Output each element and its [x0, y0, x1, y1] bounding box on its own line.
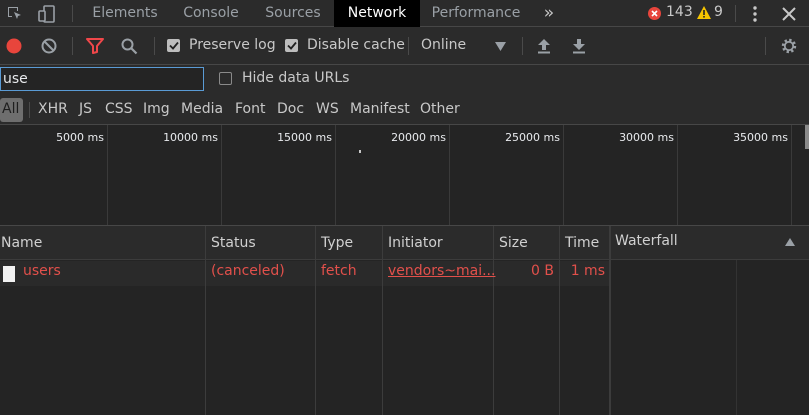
filter-bar: use Hide data URLs — [0, 65, 809, 95]
type-filter-doc[interactable]: Doc — [277, 101, 304, 117]
warning-icon — [696, 5, 711, 20]
preserve-log-label[interactable]: Preserve log — [189, 37, 276, 53]
filter-input-value: use — [3, 71, 28, 87]
timeline-gridline — [791, 125, 792, 225]
toolbar-separator — [154, 37, 155, 55]
request-status: (canceled) — [211, 263, 285, 279]
inspect-element-icon[interactable] — [4, 3, 26, 25]
export-har-icon[interactable] — [570, 37, 588, 55]
type-separator — [29, 102, 30, 118]
document-icon — [3, 266, 15, 282]
kebab-menu-icon[interactable] — [746, 3, 764, 25]
type-filter-media[interactable]: Media — [181, 101, 223, 117]
hide-data-urls-label[interactable]: Hide data URLs — [242, 70, 349, 86]
tab-elements[interactable]: Elements — [82, 0, 168, 27]
import-har-icon[interactable] — [535, 37, 553, 55]
resource-type-filter: All XHR JS CSS Img Media Font Doc WS Man… — [0, 95, 809, 125]
dropdown-arrow-icon[interactable] — [493, 40, 507, 52]
hide-data-urls-checkbox[interactable] — [219, 72, 232, 85]
device-toolbar-icon[interactable] — [36, 3, 58, 25]
tab-sources[interactable]: Sources — [254, 0, 332, 27]
tab-separator — [735, 5, 736, 22]
settings-gear-icon[interactable] — [778, 36, 800, 56]
request-name[interactable]: users — [23, 263, 61, 279]
type-filter-all-label: All — [2, 101, 20, 117]
more-tabs-button[interactable]: » — [536, 0, 562, 27]
column-header-status[interactable]: Status — [211, 226, 256, 260]
error-count[interactable]: 143 — [666, 4, 693, 20]
column-header-name[interactable]: Name — [1, 226, 42, 260]
sort-ascending-icon[interactable] — [784, 236, 796, 248]
overview-scrollbar[interactable] — [805, 125, 809, 149]
tab-console[interactable]: Console — [170, 0, 252, 27]
column-divider — [559, 226, 560, 415]
network-toolbar: Preserve log Disable cache Online — [0, 27, 809, 65]
type-filter-ws[interactable]: WS — [316, 101, 339, 117]
timeline-gridline — [449, 125, 450, 225]
request-time: 1 ms — [570, 263, 605, 279]
waterfall-gridline — [736, 260, 737, 415]
column-divider — [205, 226, 206, 415]
column-header-time[interactable]: Time — [565, 226, 599, 260]
timeline-tick-label: 5000 ms — [56, 131, 104, 144]
type-filter-font[interactable]: Font — [235, 101, 265, 117]
timeline-tick-label: 20000 ms — [391, 131, 446, 144]
toolbar-separator — [522, 37, 523, 55]
column-divider — [315, 226, 316, 415]
close-icon[interactable] — [778, 3, 800, 25]
search-icon[interactable] — [119, 37, 139, 55]
disable-cache-label[interactable]: Disable cache — [307, 37, 405, 53]
preserve-log-checkbox[interactable] — [167, 39, 180, 52]
type-filter-css[interactable]: CSS — [105, 101, 133, 117]
record-button[interactable] — [5, 37, 23, 55]
tab-network[interactable]: Network — [334, 0, 420, 27]
error-icon — [647, 6, 661, 20]
clear-icon[interactable] — [40, 37, 58, 55]
column-divider — [382, 226, 383, 415]
column-header-size[interactable]: Size — [499, 226, 528, 260]
table-row[interactable] — [0, 261, 609, 286]
warning-count[interactable]: 9 — [714, 4, 723, 20]
column-header-type[interactable]: Type — [321, 226, 353, 260]
column-divider — [493, 226, 494, 415]
type-filter-img[interactable]: Img — [143, 101, 170, 117]
toolbar-separator — [765, 37, 766, 55]
timeline-tick-label: 25000 ms — [505, 131, 560, 144]
column-header-waterfall[interactable]: Waterfall — [615, 224, 678, 258]
request-initiator-link[interactable]: vendors~mai... — [388, 263, 495, 279]
toolbar-separator — [72, 37, 73, 55]
timeline-tick-label: 30000 ms — [619, 131, 674, 144]
requests-table: Name Status Type Initiator Size Time Wat… — [0, 226, 809, 415]
tab-separator — [72, 5, 73, 22]
type-filter-all[interactable]: All — [0, 98, 23, 122]
type-filter-other[interactable]: Other — [420, 101, 460, 117]
timeline-gridline — [221, 125, 222, 225]
request-size: 0 B — [531, 263, 554, 279]
column-header-initiator[interactable]: Initiator — [388, 226, 443, 260]
type-filter-js[interactable]: JS — [79, 101, 92, 117]
toolbar-separator — [408, 37, 409, 55]
overview-request-mark — [359, 150, 361, 153]
timeline-tick-label: 10000 ms — [163, 131, 218, 144]
timeline-tick-label: 15000 ms — [277, 131, 332, 144]
filter-input[interactable]: use — [0, 67, 204, 91]
throttling-select[interactable]: Online — [421, 37, 466, 53]
timeline-gridline — [563, 125, 564, 225]
disable-cache-checkbox[interactable] — [285, 39, 298, 52]
waterfall-divider — [609, 226, 611, 415]
timeline-gridline — [107, 125, 108, 225]
timeline-gridline — [677, 125, 678, 225]
timeline-gridline — [335, 125, 336, 225]
type-filter-xhr[interactable]: XHR — [38, 101, 68, 117]
timeline-tick-label: 35000 ms — [733, 131, 788, 144]
network-overview[interactable]: 5000 ms 10000 ms 15000 ms 20000 ms 25000… — [0, 125, 809, 226]
type-filter-manifest[interactable]: Manifest — [350, 101, 410, 117]
devtools-tab-bar: Elements Console Sources Network Perform… — [0, 0, 809, 27]
tab-performance[interactable]: Performance — [422, 0, 530, 27]
filter-icon[interactable] — [85, 37, 105, 55]
request-type: fetch — [321, 263, 357, 279]
